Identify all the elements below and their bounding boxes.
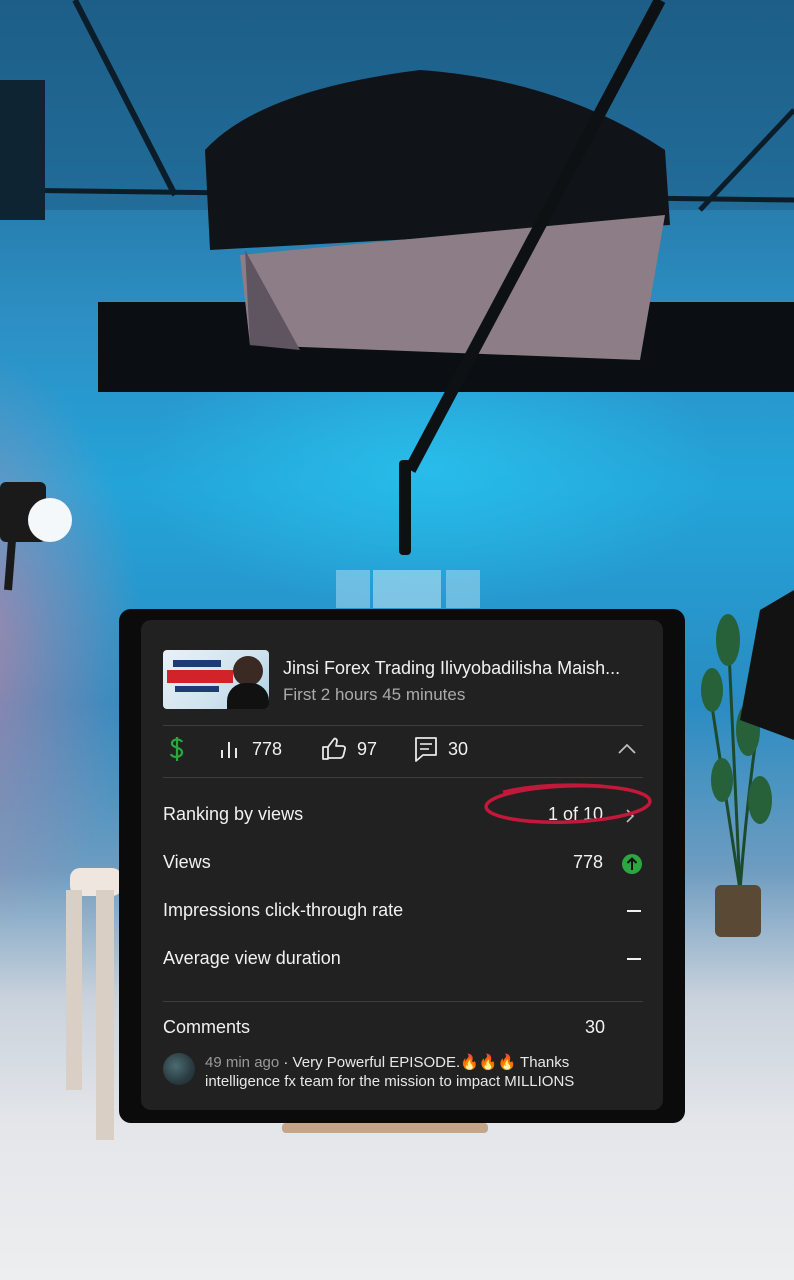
thumbs-up-icon	[322, 737, 346, 760]
comments-stat[interactable]: 30	[414, 733, 468, 765]
ctr-value	[627, 910, 641, 912]
avd-row[interactable]: Average view duration	[163, 944, 643, 974]
stats-row: 778 97 30	[163, 733, 643, 765]
avd-value	[627, 958, 641, 960]
comments-total: 30	[584, 1017, 605, 1037]
comment-body: 49 min ago · Very Powerful EPISODE.🔥🔥🔥 T…	[205, 1053, 635, 1091]
ctr-row[interactable]: Impressions click-through rate	[163, 896, 643, 926]
divider	[163, 725, 643, 726]
video-thumbnail[interactable]	[163, 650, 269, 709]
views-value: 778	[572, 852, 603, 872]
avd-label: Average view duration	[163, 948, 341, 968]
comment-icon	[415, 737, 437, 762]
avatar	[163, 1053, 195, 1085]
latest-comment[interactable]: 49 min ago · Very Powerful EPISODE.🔥🔥🔥 T…	[163, 1050, 643, 1094]
comments-row[interactable]: Comments 30	[163, 1013, 643, 1043]
views-label: Views	[163, 852, 211, 872]
card-panel: Jinsi Forex Trading Ilivyobadilisha Mais…	[141, 620, 663, 1110]
ranking-label: Ranking by views	[163, 804, 304, 824]
comments-label: Comments	[163, 1017, 251, 1037]
highlight-circle	[484, 783, 652, 824]
video-subtitle: First 2 hours 45 minutes	[283, 685, 466, 704]
views-stat[interactable]: 778	[220, 733, 282, 765]
views-row[interactable]: Views 778	[163, 848, 643, 878]
video-analytics-card: Jinsi Forex Trading Ilivyobadilisha Mais…	[119, 609, 685, 1123]
likes-count: 97	[357, 738, 378, 759]
bar-chart-icon	[221, 742, 237, 758]
monetization-icon[interactable]	[167, 733, 187, 765]
divider	[163, 777, 643, 778]
likes-stat[interactable]: 97	[321, 733, 377, 765]
divider	[163, 1001, 643, 1002]
ranking-row[interactable]: Ranking by views 1 of 10	[163, 783, 652, 830]
views-count: 778	[252, 738, 283, 759]
video-title: Jinsi Forex Trading Ilivyobadilisha Mais…	[283, 658, 621, 678]
up-arrow-icon	[622, 854, 642, 874]
ctr-label: Impressions click-through rate	[163, 900, 404, 920]
comments-count: 30	[448, 738, 469, 759]
video-row[interactable]: Jinsi Forex Trading Ilivyobadilisha Mais…	[163, 640, 649, 709]
chevron-up-icon[interactable]	[617, 733, 637, 765]
comment-time: 49 min ago	[205, 1054, 280, 1071]
